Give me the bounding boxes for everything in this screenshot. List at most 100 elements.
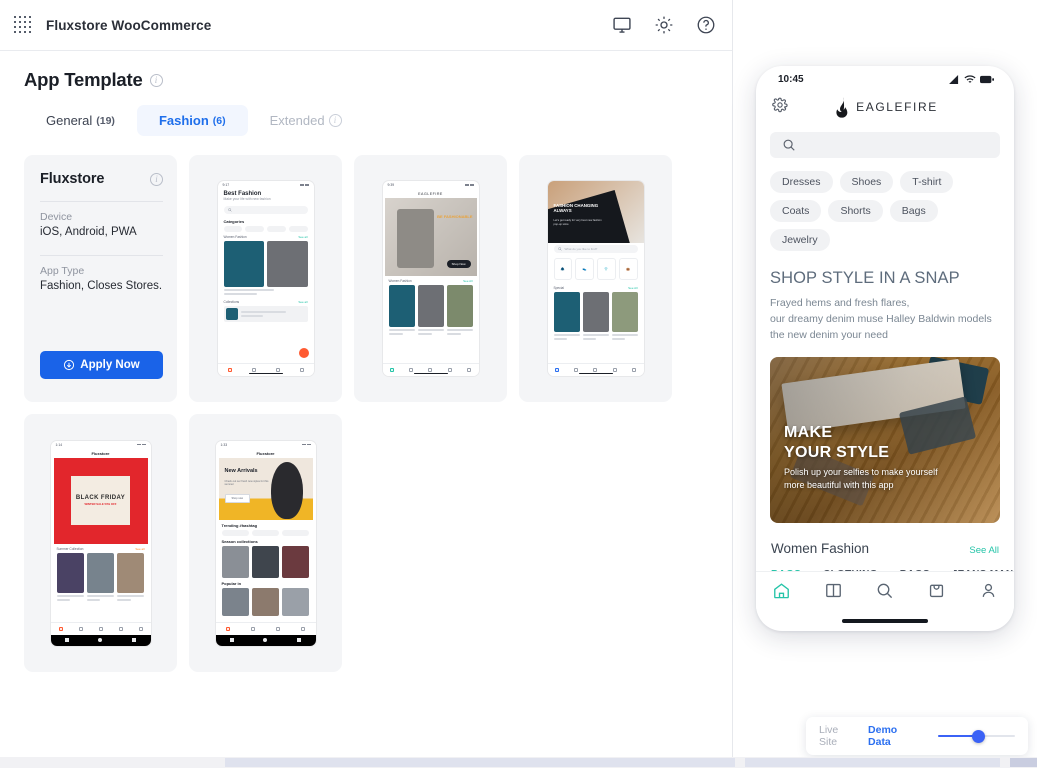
thumb-section-1: Women Fashion [223,235,247,239]
application-window: Fluxstore WooCommerce App Template i Gen… [0,0,1037,768]
promo-banner[interactable]: MAKE YOUR STYLE Polish up your selfies t… [770,357,1000,524]
tab-fashion[interactable]: Fashion (6) [136,105,248,136]
device-label: Device [40,211,73,223]
template-card-best-fashion[interactable]: 9:17 Best Fashion Make your life with ne… [189,155,342,402]
profile-icon[interactable] [979,581,998,600]
live-site-label[interactable]: Live Site [819,724,859,748]
chip-bags[interactable]: Bags [889,200,938,222]
chip-coats[interactable]: Coats [770,200,822,222]
thumb-sub: Check out our fresh new styles for this … [224,479,269,487]
info-card-header: Fluxstore i [40,171,163,187]
apptype-value: Fashion, Closes Stores. [40,279,163,292]
section-header: Women Fashion See All [756,523,1014,556]
banner-caption: Polish up your selfies to make yourself … [784,467,938,491]
thumb-headline: Best Fashion [223,191,262,197]
apps-grid-icon[interactable] [14,16,32,34]
template-category-tabs: General (19) Fashion (6) Extended i [24,105,710,136]
horizontal-scrollbar[interactable] [0,757,1037,768]
template-info-card: Fluxstore i Device iOS, Android, PWA App… [24,155,177,402]
template-preview-thumbnail: 1:14 Fluxstore BLACK FRIDAY WINTER SALE … [50,440,151,646]
thumb-headline: New Arrivals [224,467,258,474]
thumb-sub: WINTER SALE 50% OFF [84,502,117,506]
banner-text: MAKE YOUR STYLE Polish up your selfies t… [784,423,938,492]
gear-icon[interactable] [772,97,788,118]
chip-shoes[interactable]: Shoes [839,171,894,193]
phone-app-header: EAGLEFIRE [756,88,1014,124]
demo-data-label[interactable]: Demo Data [868,724,923,748]
slider-knob[interactable] [971,729,985,743]
template-preview-thumbnail: 9:17 Best Fashion Make your life with ne… [217,181,314,376]
template-card-new-arrivals[interactable]: 1:33 Fluxstore New Arrivals Check out ou… [189,414,342,672]
status-time: 10:45 [778,73,804,85]
page-title: App Template [24,69,143,90]
thumb-section-0: Summer Collection [56,546,84,551]
brand-lockup: EAGLEFIRE [756,96,1014,118]
search-input[interactable] [770,132,1000,158]
wifi-icon [964,74,976,83]
thumb-cta: Shop Now [446,260,471,268]
help-circle-icon[interactable] [696,15,716,35]
template-card-grid: Fluxstore i Device iOS, Android, PWA App… [24,155,710,672]
template-preview-thumbnail: 1:33 Fluxstore New Arrivals Check out ou… [215,440,316,646]
tab-general-count: (19) [96,114,115,127]
signal-icon [949,74,959,84]
search-icon [783,139,795,151]
chip-dresses[interactable]: Dresses [770,171,833,193]
chip-shorts[interactable]: Shorts [828,200,883,222]
thumb-sub: Make your life with new fashion [223,197,271,201]
template-card-eaglefire-hero[interactable]: 9:39 EAGLEFIRE BE FASHIONABLE Shop Now W… [354,155,507,402]
tab-extended-label: Extended [269,113,325,128]
search-icon[interactable] [875,581,894,600]
device-value: iOS, Android, PWA [40,226,137,238]
chip-jewelry[interactable]: Jewelry [770,229,830,251]
banner-line-1: MAKE [784,424,833,442]
page-content: App Template i General (19) Fashion (6) … [0,51,732,672]
apptype-label: App Type [40,264,85,277]
hero-text-block: SHOP STYLE IN A SNAP Frayed hems and fre… [756,251,1014,343]
app-title: Fluxstore WooCommerce [46,17,212,33]
thumb-section-0: Special [553,286,564,290]
tab-fashion-count: (6) [212,114,226,127]
tab-general[interactable]: General (19) [24,105,137,136]
info-icon[interactable]: i [149,73,163,87]
thumb-headline: BE FASHIONABLE [437,214,473,220]
template-card-fashion-changing-always[interactable]: FASHION CHANGING ALWAYS Let's get ready … [519,155,672,402]
page-title-row: App Template i [24,69,710,91]
divider [40,254,163,256]
top-bar-actions [612,15,716,35]
divider [40,201,163,202]
info-icon[interactable]: i [150,173,163,186]
top-bar: Fluxstore WooCommerce [0,0,732,51]
apply-now-button[interactable]: Apply Now [40,351,163,379]
category-chip-list: Dresses Shoes T-shirt Coats Shorts Bags … [756,158,1014,251]
catalog-icon[interactable] [824,581,843,600]
phone-bottom-nav [756,571,1014,609]
template-preview-thumbnail: 9:39 EAGLEFIRE BE FASHIONABLE Shop Now W… [382,181,479,376]
section-title: Women Fashion [771,541,870,557]
template-card-black-friday[interactable]: 1:14 Fluxstore BLACK FRIDAY WINTER SALE … [24,414,177,672]
banner-line-2: YOUR STYLE [784,444,890,462]
thumb-section-1: Season collections [221,538,258,544]
slider-fill [937,734,975,738]
thumb-headline: BLACK FRIDAY [75,495,126,501]
battery-icon [980,75,994,83]
chip-tshirt[interactable]: T-shirt [900,171,954,193]
thumb-section-0: Trending #hashtag [221,522,258,528]
info-card-title: Fluxstore [40,171,105,187]
preview-pane: 10:45 EAGLEFIRE Dresses Shoes T-shirt Co… [733,0,1037,757]
sun-brightness-icon[interactable] [654,15,674,35]
see-all-link[interactable]: See All [969,545,999,556]
monitor-icon[interactable] [612,15,632,35]
tab-extended[interactable]: Extended i [248,105,364,136]
data-source-slider[interactable] [937,729,1015,743]
apply-now-label: Apply Now [80,359,140,371]
thumb-search [223,206,308,214]
data-source-toggle: Live Site Demo Data [806,717,1028,755]
cart-icon[interactable] [927,581,946,600]
status-icons [949,74,994,84]
tab-extended-info-icon[interactable]: i [328,114,342,127]
home-icon[interactable] [772,581,791,600]
download-circle-icon [64,359,75,371]
home-indicator [842,619,928,623]
brand-name: EAGLEFIRE [856,100,938,114]
